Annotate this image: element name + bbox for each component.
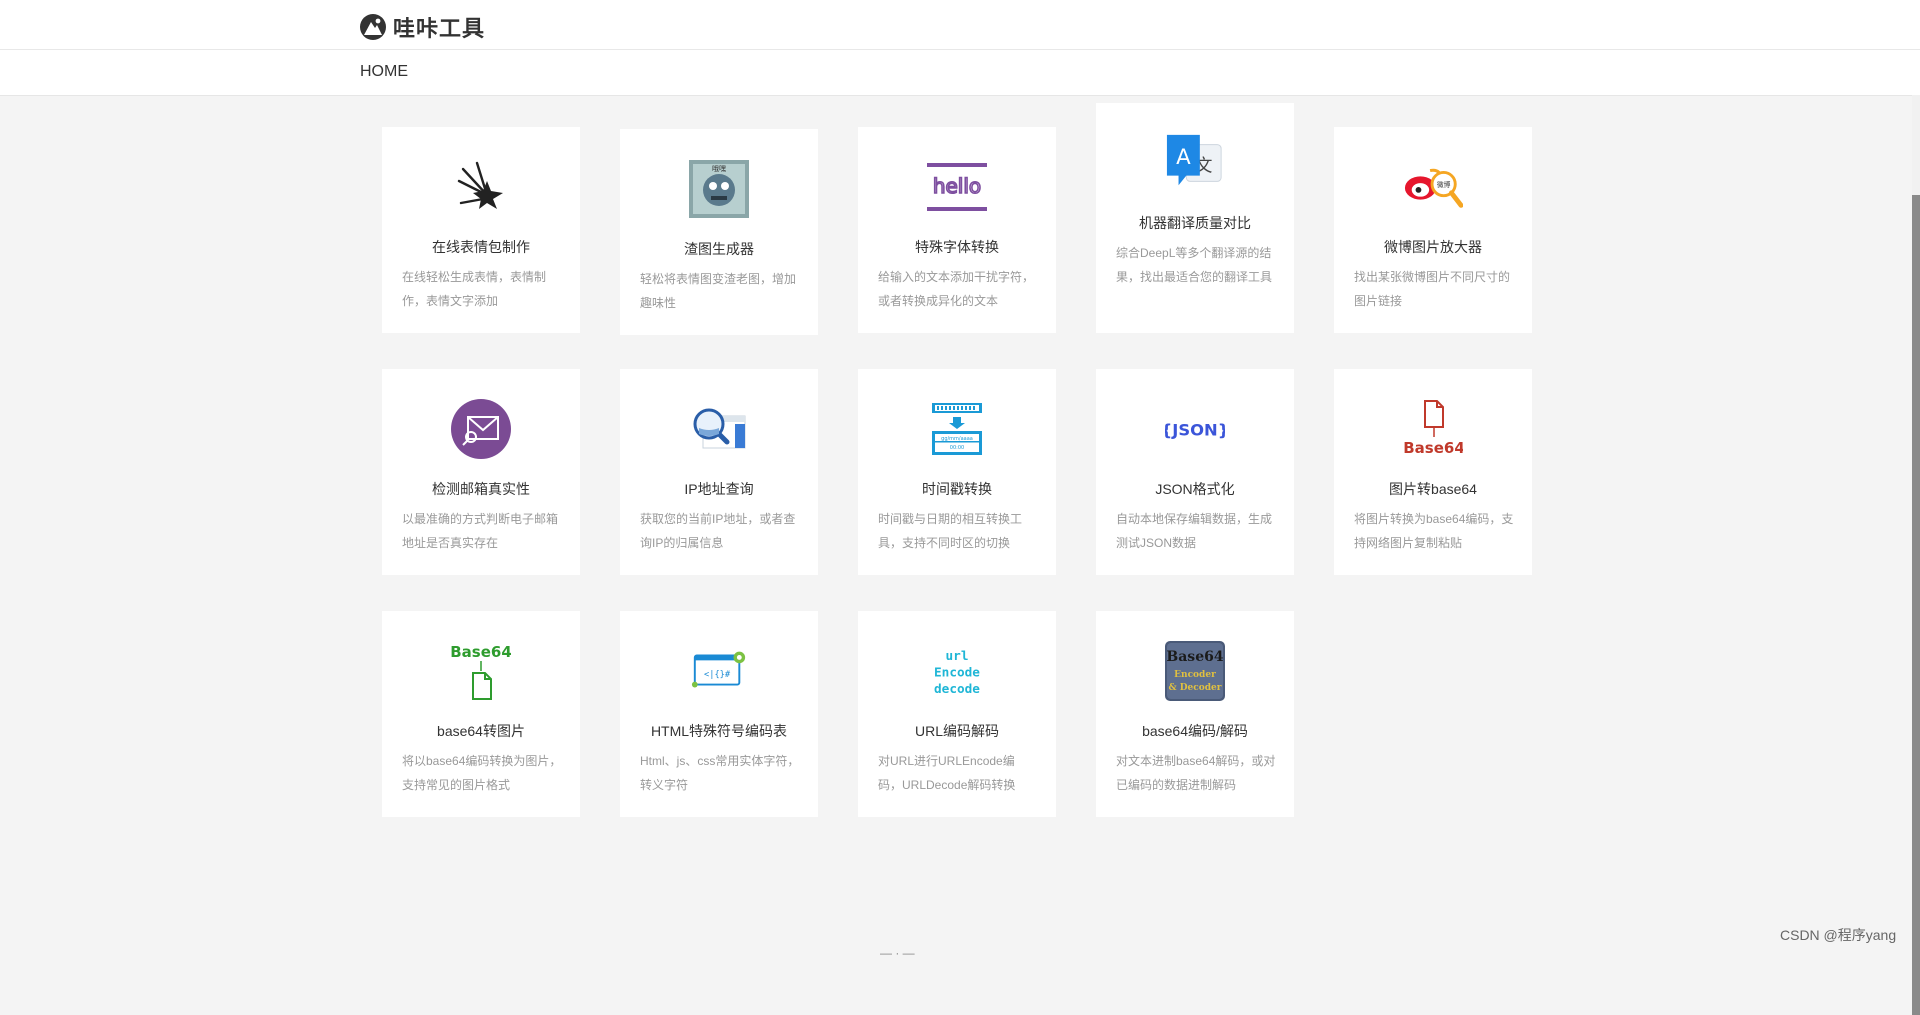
url-encode-icon: url Encode decode: [927, 641, 987, 701]
card-title: 检测邮箱真实性: [432, 481, 530, 497]
svg-text:00:00: 00:00: [950, 445, 964, 451]
mountain-logo-icon: [360, 14, 386, 40]
tool-card-url-encode[interactable]: url Encode decode URL编码解码 对URL进行URLEncod…: [858, 611, 1056, 817]
footer-fragment: — · —: [880, 946, 915, 960]
card-title: HTML特殊符号编码表: [650, 723, 788, 739]
base64-text: Base64: [1403, 439, 1463, 457]
tool-card-bad-image-generator[interactable]: 哦嘿 渣图生成器 轻松将表情图变渣老图，增加趣味性: [620, 129, 818, 335]
b64-box-line-1: Base64: [1166, 649, 1223, 665]
tool-card-base64-codec[interactable]: Base64 Encoder & Decoder base64编码/解码 对文本…: [1096, 611, 1294, 817]
tool-card-image-to-base64[interactable]: Base64 图片转base64 将图片转换为base64编码，支持网络图片复制…: [1334, 369, 1532, 575]
url-line-2: Encode: [934, 664, 980, 679]
nav-bar: HOME: [0, 50, 1920, 96]
spark-icon: [451, 157, 511, 217]
ip-search-icon: [689, 399, 749, 459]
card-description: 轻松将表情图变渣老图，增加趣味性: [640, 272, 797, 310]
hello-font-icon: hello: [927, 157, 987, 217]
meme-image-icon: 哦嘿: [689, 159, 749, 219]
card-description: 给输入的文本添加干扰字符，或者转换成异化的文本: [878, 270, 1035, 308]
mail-check-icon: [451, 399, 511, 459]
csdn-watermark: CSDN @程序yang: [1780, 927, 1897, 943]
card-title: 时间戳转换: [922, 481, 992, 497]
card-description: 获取您的当前IP地址，或者查询IP的归属信息: [640, 512, 796, 550]
svg-text:gg/mm/aaaa: gg/mm/aaaa: [941, 436, 973, 442]
url-line-3: decode: [934, 681, 980, 696]
card-description: 在线轻松生成表情，表情制作，表情文字添加: [402, 270, 547, 308]
json-icon: {JSON}: [1165, 399, 1225, 459]
tool-card-email-check[interactable]: 检测邮箱真实性 以最准确的方式判断电子邮箱地址是否真实存在: [382, 369, 580, 575]
timestamp-icon: gg/mm/aaaa 00:00: [927, 399, 987, 459]
b64-box-line-3: & Decoder: [1168, 683, 1221, 693]
card-description: 对文本进制base64解码，或对已编码的数据进制解码: [1116, 754, 1276, 792]
card-title: IP地址查询: [684, 481, 754, 497]
card-title: 渣图生成器: [684, 241, 754, 257]
card-description: Html、js、css常用实体字符，转义字符: [640, 754, 800, 792]
tool-card-emoji-maker[interactable]: 在线表情包制作 在线轻松生成表情，表情制作，表情文字添加: [382, 127, 580, 333]
card-title: 微博图片放大器: [1384, 239, 1482, 255]
base64-codec-icon: Base64 Encoder & Decoder: [1165, 641, 1225, 701]
card-title: base64转图片: [437, 723, 525, 739]
card-description: 综合DeepL等多个翻译源的结果，找出最适合您的翻译工具: [1116, 246, 1273, 284]
card-description: 将图片转换为base64编码，支持网络图片复制粘贴: [1354, 512, 1514, 550]
card-description: 自动本地保存编辑数据，生成测试JSON数据: [1116, 512, 1273, 550]
card-description: 将以base64编码转换为图片，支持常见的图片格式: [402, 754, 562, 792]
tool-card-weibo-enlarger[interactable]: 微博 微博图片放大器 找出某张微博图片不同尺寸的图片链接: [1334, 127, 1532, 333]
top-header: 哇咔工具: [0, 0, 1920, 50]
card-title: 在线表情包制作: [432, 239, 530, 255]
tool-card-html-entities[interactable]: <|{}# HTML特殊符号编码表 Html、js、css常用实体字符，转义字符: [620, 611, 818, 817]
tool-card-translation-compare[interactable]: 文 A 机器翻译质量对比 综合DeepL等多个翻译源的结果，找出最适合您的翻译工…: [1096, 103, 1294, 333]
card-description: 时间戳与日期的相互转换工具，支持不同时区的切换: [878, 512, 1023, 550]
card-description: 以最准确的方式判断电子邮箱地址是否真实存在: [402, 512, 559, 550]
card-title: URL编码解码: [914, 723, 999, 739]
url-line-1: url: [946, 648, 969, 663]
b64-box-line-2: Encoder: [1174, 670, 1216, 680]
nav-home-link[interactable]: HOME: [360, 63, 408, 81]
weibo-text: 微博: [1437, 180, 1451, 189]
vertical-scrollbar[interactable]: [1912, 95, 1920, 1015]
image-to-base64-icon: Base64: [1403, 399, 1463, 459]
svg-text:哦嘿: 哦嘿: [712, 164, 726, 173]
json-text: {JSON}: [1165, 420, 1225, 439]
card-title: 特殊字体转换: [915, 239, 999, 255]
html-code-text: <|{}#: [704, 670, 731, 680]
card-description: 找出某张微博图片不同尺寸的图片链接: [1354, 270, 1511, 308]
translate-icon: 文 A: [1165, 133, 1225, 193]
html-code-icon: <|{}#: [689, 641, 749, 701]
card-description: 对URL进行URLEncode编码，URLDecode解码转换: [878, 754, 1016, 792]
scrollbar-thumb[interactable]: [1912, 195, 1920, 1015]
card-title: 机器翻译质量对比: [1139, 215, 1251, 231]
card-title: 图片转base64: [1389, 481, 1477, 497]
tool-card-json-format[interactable]: {JSON} JSON格式化 自动本地保存编辑数据，生成测试JSON数据: [1096, 369, 1294, 575]
card-title: base64编码/解码: [1142, 723, 1248, 739]
base64-text: Base64: [451, 643, 511, 661]
logo-text: 哇咔工具: [393, 16, 486, 41]
tool-card-special-font[interactable]: hello 特殊字体转换 给输入的文本添加干扰字符，或者转换成异化的文本: [858, 127, 1056, 333]
card-title: JSON格式化: [1155, 481, 1235, 497]
tool-card-base64-to-image[interactable]: Base64 base64转图片 将以base64编码转换为图片，支持常见的图片…: [382, 611, 580, 817]
base64-to-image-icon: Base64: [451, 641, 511, 701]
tool-card-timestamp[interactable]: gg/mm/aaaa 00:00 时间戳转换 时间戳与日期的相互转换工具，支持不…: [858, 369, 1056, 575]
hello-text: hello: [933, 174, 981, 198]
site-logo[interactable]: 哇咔工具: [360, 11, 485, 43]
weibo-magnifier-icon: 微博: [1403, 157, 1463, 217]
svg-text:A: A: [1176, 145, 1191, 170]
tool-card-ip-lookup[interactable]: IP地址查询 获取您的当前IP地址，或者查询IP的归属信息: [620, 369, 818, 575]
